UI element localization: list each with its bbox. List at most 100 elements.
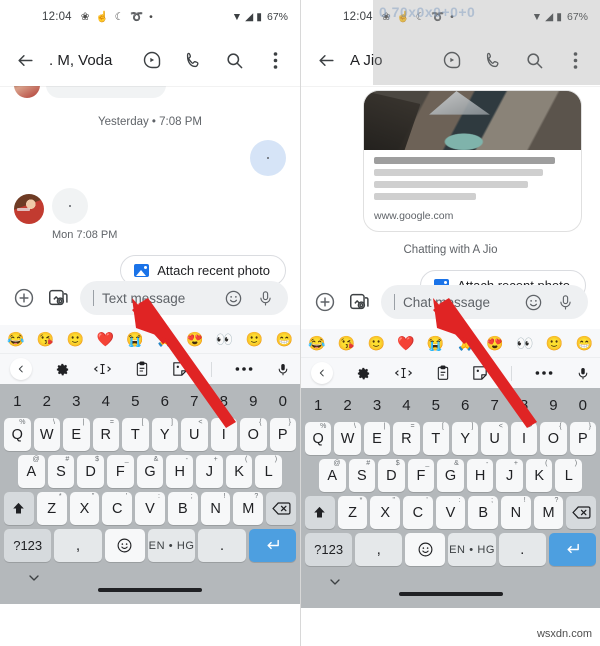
text-cursor-move-icon[interactable]	[394, 366, 413, 380]
microphone-icon[interactable]	[576, 365, 590, 382]
incoming-message-bubble[interactable]	[52, 188, 88, 224]
key-0[interactable]: 0	[570, 392, 596, 418]
text-cursor-move-icon[interactable]	[93, 362, 112, 376]
sticker-icon[interactable]	[472, 365, 488, 381]
enter-return-icon[interactable]	[248, 529, 296, 562]
more-vertical-icon[interactable]	[560, 45, 590, 75]
key-n[interactable]: ! N	[200, 492, 231, 525]
key-i[interactable]: > I	[510, 422, 538, 455]
key-9[interactable]: 9	[540, 392, 566, 418]
emoji-suggestion-strip-right[interactable]: 😂 😘 🙂 ❤️ 😭 🙏 😍 👀 🙂 😁	[301, 329, 600, 357]
key-h[interactable]: -H	[166, 455, 194, 488]
microphone-icon[interactable]	[276, 361, 290, 378]
emoji-suggestion[interactable]: ❤️	[96, 332, 113, 346]
home-gesture-pill[interactable]	[98, 588, 202, 592]
back-arrow-icon[interactable]	[311, 45, 341, 75]
key-2[interactable]: 2	[34, 388, 61, 414]
key-e[interactable]: | E	[363, 422, 391, 455]
emoji-suggestion[interactable]: 👀	[216, 332, 233, 346]
key-y[interactable]: ] Y	[452, 422, 479, 455]
key-u[interactable]: < U	[181, 418, 208, 451]
key-4[interactable]: 4	[93, 388, 120, 414]
key-j[interactable]: + J	[496, 459, 523, 492]
key-f[interactable]: _ F	[407, 459, 435, 492]
comma-key[interactable]: ,	[54, 529, 102, 562]
key-k[interactable]: (K	[225, 455, 253, 488]
key-j[interactable]: + J	[196, 455, 223, 488]
home-gesture-pill[interactable]	[398, 592, 503, 596]
on-screen-keyboard-right[interactable]: 1 2 3 4 5 6 7 8 9 0 % Q \ W | E = R [T ] Y < U…	[301, 388, 600, 608]
back-arrow-icon[interactable]	[10, 45, 40, 75]
key-0[interactable]: 0	[270, 388, 297, 414]
backspace-icon[interactable]	[566, 496, 597, 529]
clipboard-icon[interactable]	[135, 361, 149, 377]
key-i[interactable]: > I	[210, 418, 237, 451]
comma-key[interactable]: ,	[355, 533, 403, 566]
on-screen-keyboard-left[interactable]: 1 2 3 4 5 6 7 8 9 0 % Q \ W | E = R [T ] Y < U…	[0, 384, 300, 604]
emoji-suggestion[interactable]: ❤️	[397, 336, 414, 350]
shift-up-icon[interactable]	[304, 496, 335, 529]
key-a[interactable]: @ A	[318, 459, 346, 492]
search-icon[interactable]	[519, 45, 549, 75]
key-3[interactable]: 3	[63, 388, 90, 414]
emoji-suggestion[interactable]: 🙂	[246, 332, 263, 346]
key-x[interactable]: " X	[370, 496, 400, 529]
key-b[interactable]: ; B	[167, 492, 198, 525]
key-t[interactable]: [T	[122, 418, 149, 451]
shift-up-icon[interactable]	[3, 492, 34, 525]
microphone-icon[interactable]	[553, 290, 577, 314]
emoji-suggestion[interactable]: 😁	[275, 332, 292, 346]
key-p[interactable]: } P	[569, 422, 597, 455]
symbols-key[interactable]: ?123	[4, 529, 52, 562]
period-key[interactable]: .	[498, 533, 546, 566]
key-d[interactable]: $ D	[378, 459, 405, 492]
backspace-icon[interactable]	[266, 492, 297, 525]
chevron-left-icon[interactable]	[311, 362, 333, 384]
chevron-left-icon[interactable]	[10, 358, 32, 380]
key-m[interactable]: ? M	[233, 492, 264, 525]
emoji-suggestion-strip-left[interactable]: 😂 😘 🙂 ❤️ 😭 🙏 😍 👀 🙂 😁	[0, 325, 300, 353]
outgoing-message-bubble[interactable]	[250, 140, 286, 176]
key-c[interactable]: ' C	[403, 496, 433, 529]
key-z[interactable]: * Z	[36, 492, 67, 525]
gear-icon[interactable]	[356, 366, 371, 381]
key-l[interactable]: ) L	[555, 459, 583, 492]
key-x[interactable]: " X	[69, 492, 100, 525]
symbols-key[interactable]: ?123	[305, 533, 353, 566]
emoji-suggestion[interactable]: 😂	[7, 332, 24, 346]
key-a[interactable]: @ A	[17, 455, 45, 488]
enter-return-icon[interactable]	[548, 533, 596, 566]
key-k[interactable]: (K	[525, 459, 553, 492]
gallery-camera-icon[interactable]	[46, 286, 70, 310]
key-2[interactable]: 2	[334, 392, 360, 418]
clipboard-icon[interactable]	[436, 365, 450, 381]
key-w[interactable]: \ W	[33, 418, 60, 451]
key-o[interactable]: {O	[540, 422, 567, 455]
key-6[interactable]: 6	[452, 392, 478, 418]
sticker-icon[interactable]	[172, 361, 188, 377]
video-call-icon[interactable]	[137, 45, 167, 75]
key-6[interactable]: 6	[152, 388, 179, 414]
emoji-suggestion[interactable]: 😍	[486, 336, 503, 350]
emoji-suggestion[interactable]: 😭	[126, 332, 143, 346]
key-l[interactable]: ) L	[255, 455, 283, 488]
key-r[interactable]: = R	[92, 418, 119, 451]
key-3[interactable]: 3	[364, 392, 390, 418]
key-t[interactable]: [T	[422, 422, 449, 455]
chevron-down-icon[interactable]	[327, 574, 343, 590]
search-input[interactable]: Text message	[80, 281, 288, 315]
key-h[interactable]: -H	[466, 459, 494, 492]
plus-circle-icon[interactable]	[12, 286, 36, 310]
emoji-suggestion[interactable]: 🙂	[67, 332, 84, 346]
space-key[interactable]: EN • HG	[448, 533, 496, 566]
key-r[interactable]: = R	[393, 422, 420, 455]
key-7[interactable]: 7	[481, 392, 507, 418]
key-5[interactable]: 5	[423, 392, 449, 418]
video-call-icon[interactable]	[437, 45, 467, 75]
search-icon[interactable]	[219, 45, 249, 75]
search-input[interactable]: Chat message	[381, 285, 588, 319]
key-z[interactable]: * Z	[337, 496, 368, 529]
key-b[interactable]: ; B	[468, 496, 499, 529]
emoji-key-icon[interactable]	[405, 533, 446, 566]
key-7[interactable]: 7	[181, 388, 208, 414]
